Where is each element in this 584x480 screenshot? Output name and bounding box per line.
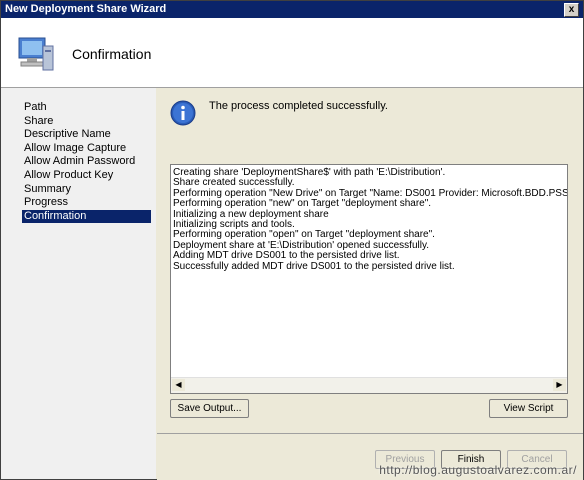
sidebar-item-confirmation[interactable]: Confirmation — [22, 209, 151, 224]
sidebar-item-allow-image-capture[interactable]: Allow Image Capture — [22, 142, 151, 156]
close-button[interactable]: x — [564, 3, 579, 17]
sidebar-item-summary[interactable]: Summary — [22, 183, 151, 197]
wizard-window: New Deployment Share Wizard x Confirmati… — [0, 0, 584, 480]
output-log[interactable]: Creating share 'DeploymentShare$' with p… — [170, 164, 568, 394]
log-line: Successfully added MDT drive DS001 to th… — [173, 260, 455, 272]
sidebar-item-allow-admin-password[interactable]: Allow Admin Password — [22, 155, 151, 169]
window-title: New Deployment Share Wizard — [5, 3, 167, 15]
sidebar-item-progress[interactable]: Progress — [22, 196, 151, 210]
sidebar-item-share[interactable]: Share — [22, 115, 151, 129]
save-output-label: Save Output... — [177, 403, 242, 414]
wizard-step-list: Path Share Descriptive Name Allow Image Cap… — [1, 88, 156, 479]
computer-icon — [18, 37, 54, 71]
title-bar[interactable]: New Deployment Share Wizard x — [1, 1, 583, 18]
info-icon — [170, 100, 196, 126]
log-line: Performing operation "new" on Target "de… — [173, 198, 432, 210]
wizard-header: Confirmation — [1, 18, 583, 88]
log-line: Adding MDT drive DS001 to the persisted … — [173, 250, 400, 262]
main-content: The process completed successfully. Crea… — [157, 88, 583, 433]
scroll-right-icon[interactable]: ▶ — [553, 379, 566, 391]
view-script-label: View Script — [503, 403, 554, 414]
sidebar-item-allow-product-key[interactable]: Allow Product Key — [22, 169, 151, 183]
horizontal-scrollbar[interactable]: ◀ ▶ — [171, 377, 567, 393]
view-script-button[interactable]: View Script — [489, 399, 568, 418]
sidebar-item-path[interactable]: Path — [22, 101, 151, 115]
page-title: Confirmation — [72, 46, 152, 62]
sidebar-item-descriptive-name[interactable]: Descriptive Name — [22, 128, 151, 142]
status-message: The process completed successfully. — [209, 100, 388, 112]
watermark-url: http://blog.augustoalvarez.com.ar/ — [379, 463, 577, 477]
scroll-left-icon[interactable]: ◀ — [172, 379, 185, 391]
save-output-button[interactable]: Save Output... — [170, 399, 249, 418]
